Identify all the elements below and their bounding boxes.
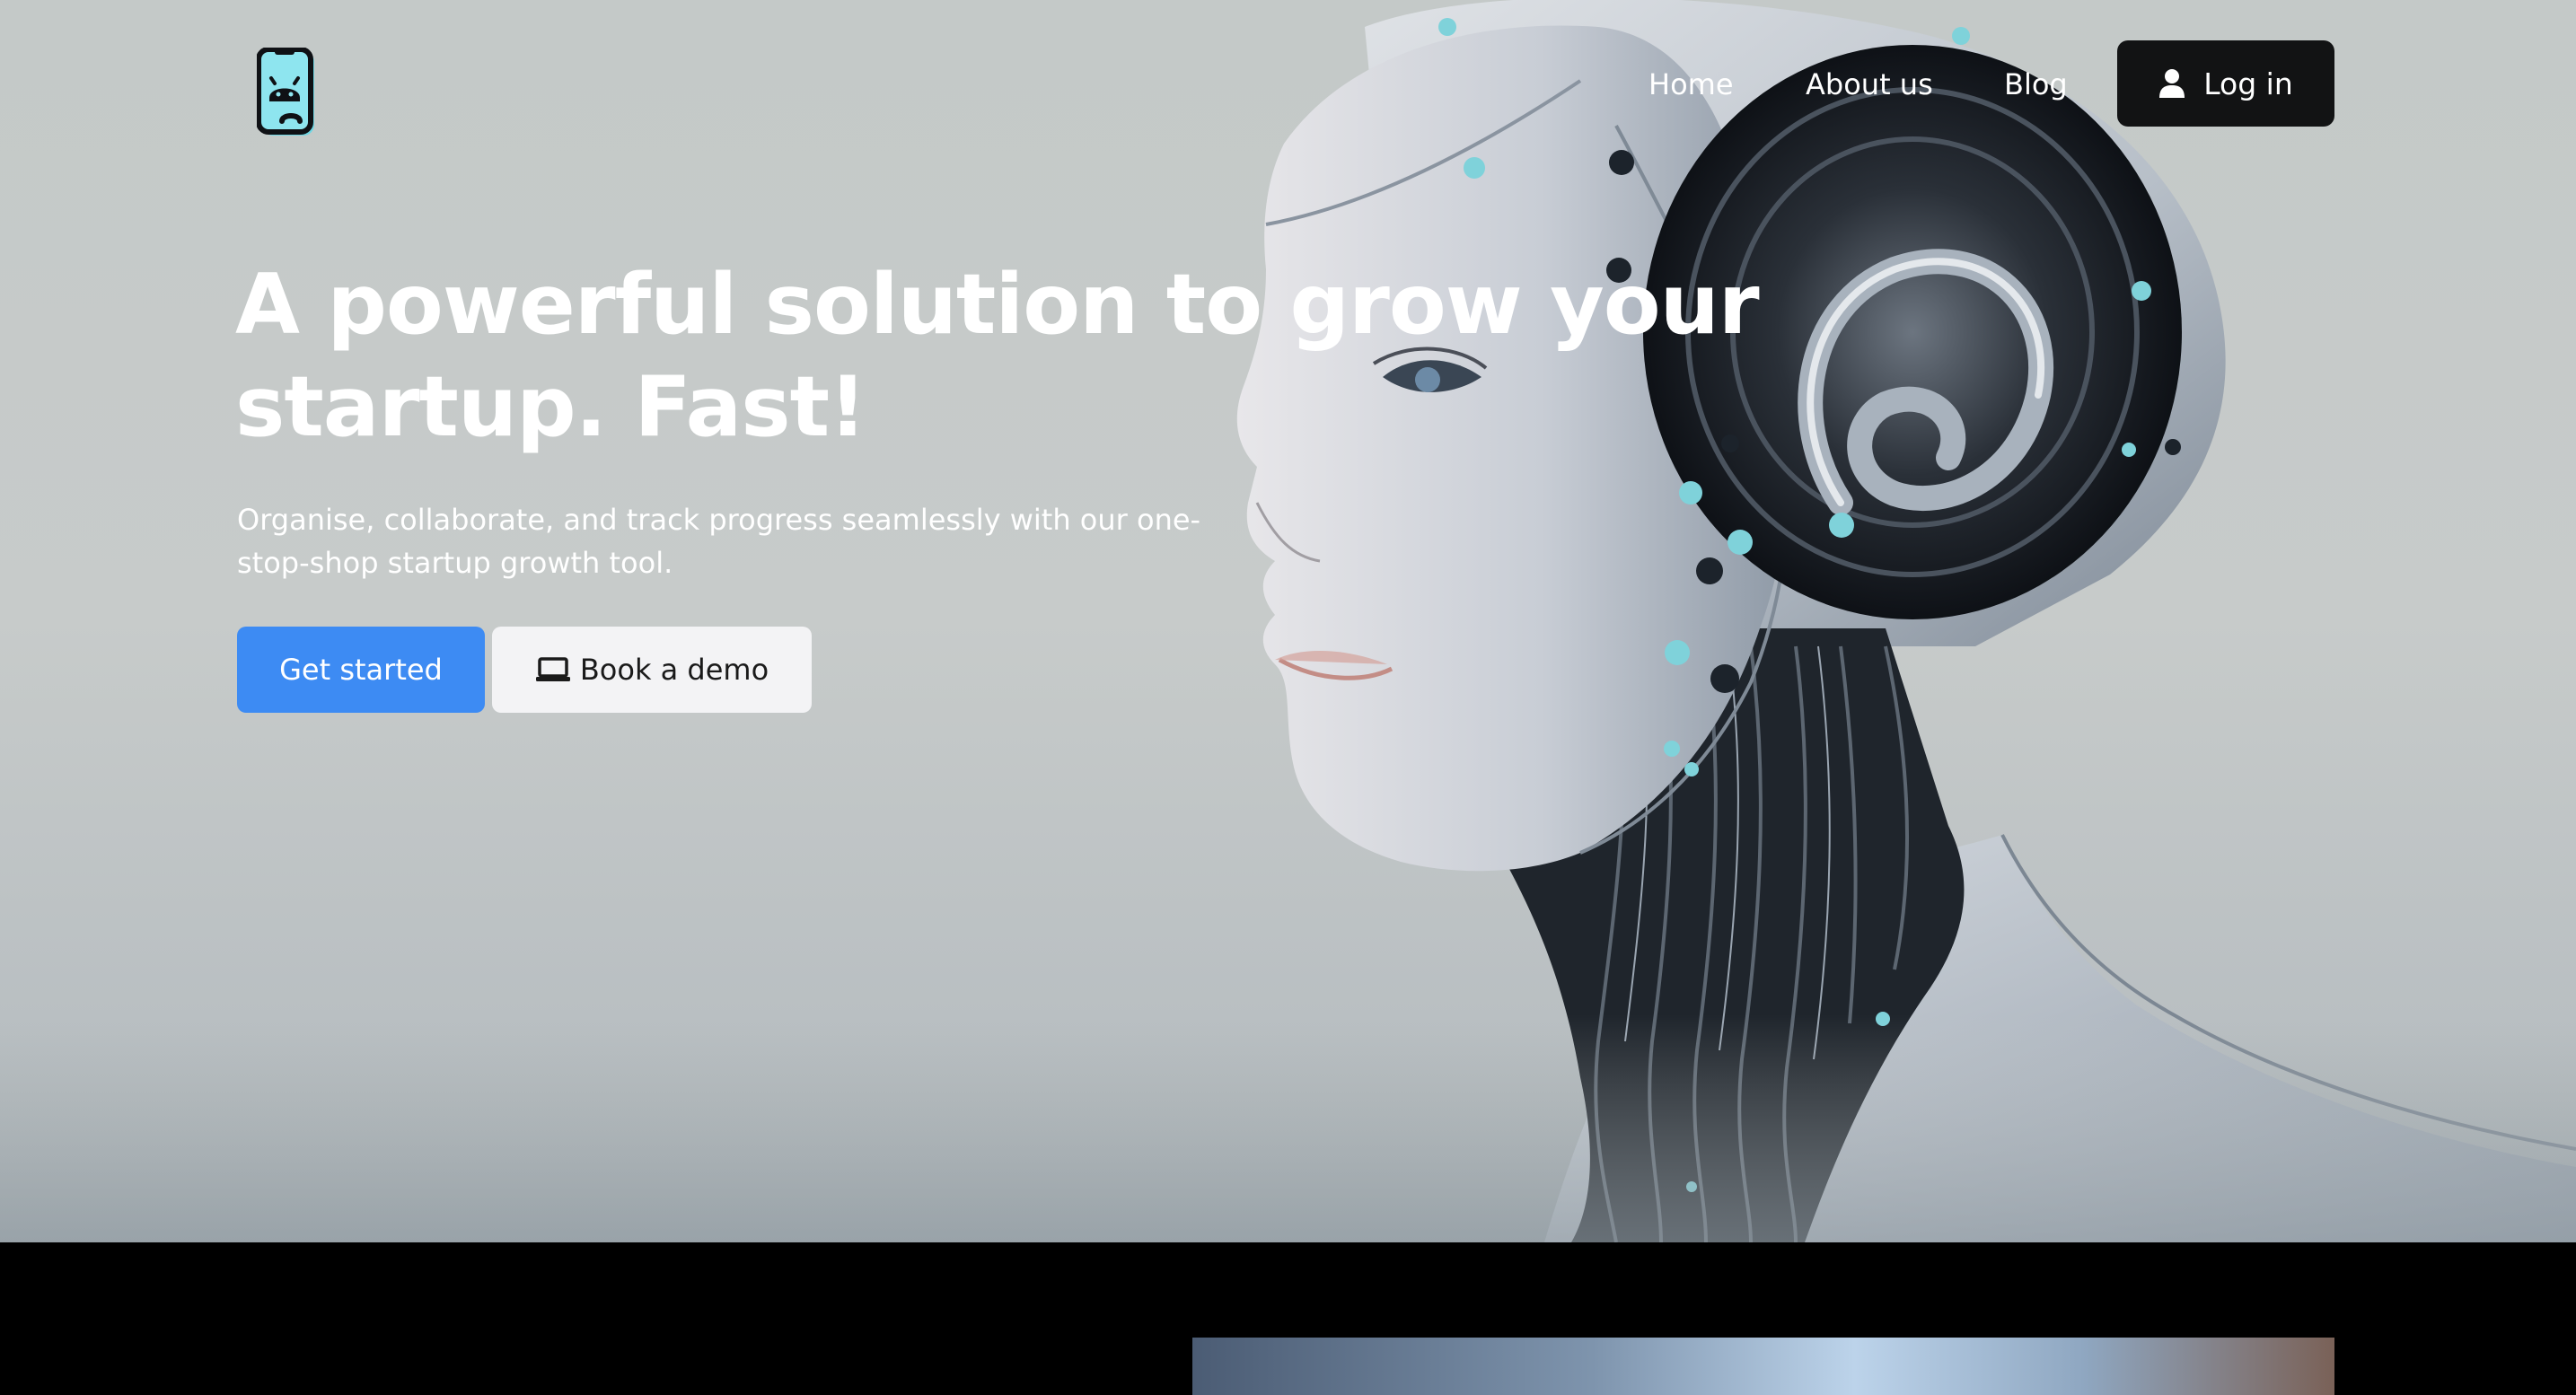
hero-subtitle: Organise, collaborate, and track progres… [237,503,1201,580]
user-icon [2159,69,2185,98]
get-started-label: Get started [279,653,443,687]
feature-preview-image [1192,1338,2334,1395]
features-section [0,1242,2576,1395]
get-started-button[interactable]: Get started [237,627,485,713]
login-button[interactable]: Log in [2117,40,2334,127]
book-demo-button[interactable]: Book a demo [492,627,812,713]
nav-blog-link[interactable]: Blog [2004,63,2068,106]
hero-section: Home About us Blog Log in A powerful sol… [0,0,2576,1242]
nav-home-link[interactable]: Home [1648,63,1734,106]
nav-about-link[interactable]: About us [1806,63,1933,106]
book-demo-label: Book a demo [579,653,769,687]
hero-robot-image [0,0,2576,1242]
hero-title: A powerful solution to grow your startup… [235,256,1760,455]
robot-phone-icon[interactable] [257,48,320,141]
landing-page: Home About us Blog Log in A powerful sol… [0,0,2576,1395]
laptop-icon [535,657,570,681]
login-label: Log in [2203,66,2293,101]
